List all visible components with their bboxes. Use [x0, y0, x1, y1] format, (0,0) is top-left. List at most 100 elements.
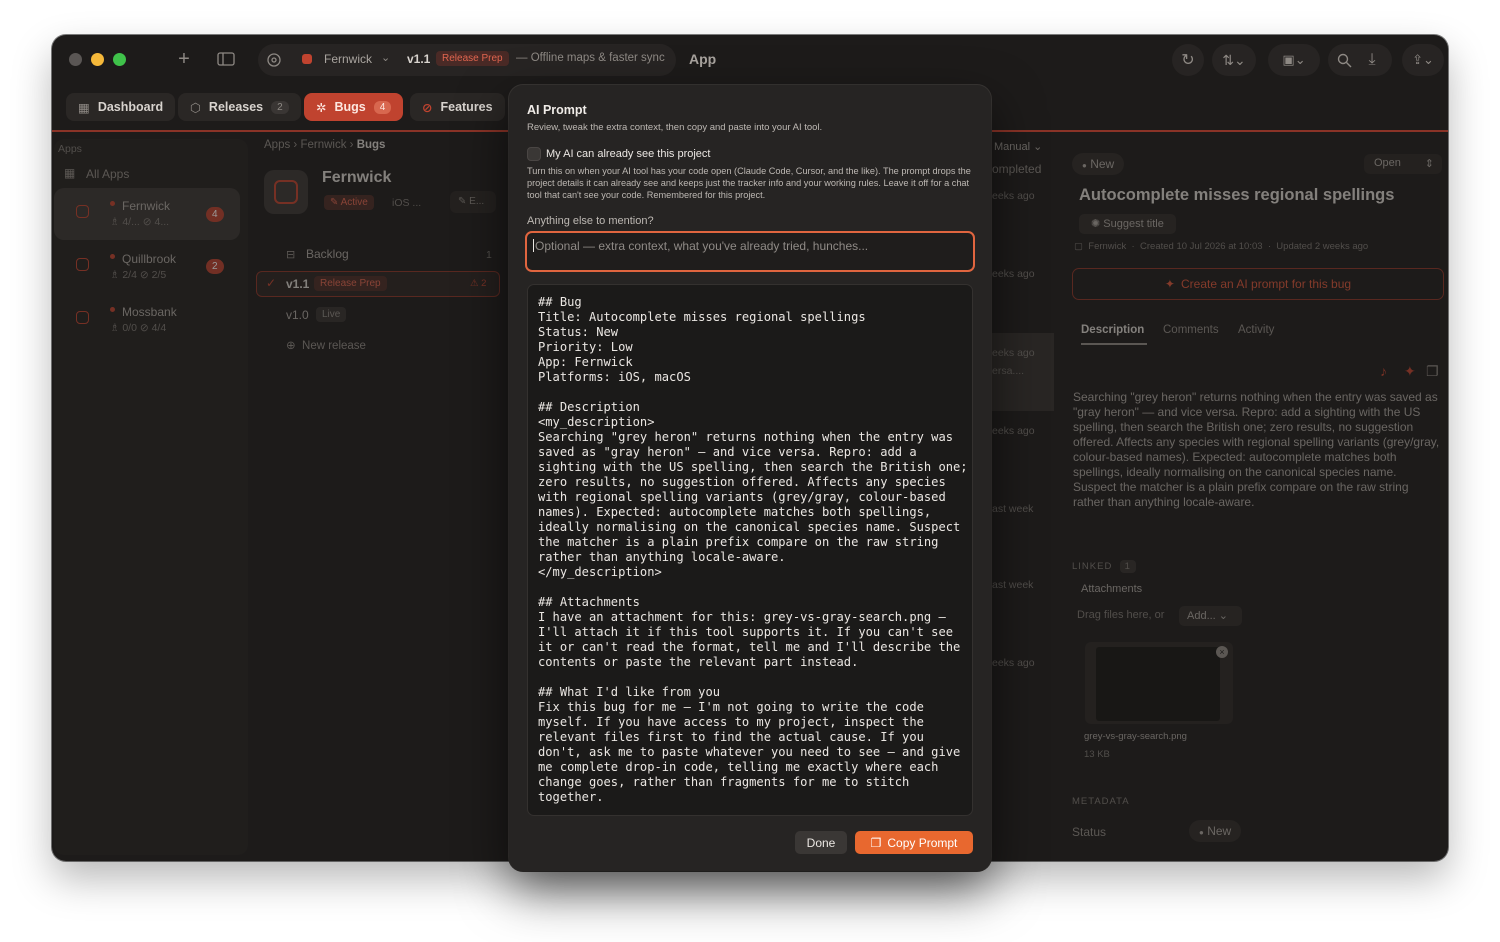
project-color-swatch [302, 54, 312, 64]
copy-prompt-button[interactable]: ❐ Copy Prompt [855, 831, 973, 854]
extra-context-input[interactable]: Optional — extra context, what you've al… [525, 231, 975, 272]
list-item[interactable]: eeks ago [992, 425, 1035, 437]
all-apps-link[interactable]: All Apps [86, 167, 129, 181]
release-chip: Live [316, 307, 347, 322]
app-stats: ♗ 4/... ⊘ 4... [110, 216, 170, 228]
app-icon [274, 180, 298, 204]
prompt-text: ## Bug Title: Autocomplete misses region… [538, 295, 968, 804]
drag-hint: Drag files here, or [1077, 609, 1165, 621]
version-status-chip: Release Prep [436, 51, 509, 66]
release-chip: Release Prep [314, 276, 387, 291]
linked-label: LINKED 1 [1072, 560, 1136, 573]
edit-button[interactable]: ✎ E... [450, 191, 496, 213]
version-label[interactable]: v1.1 [407, 52, 430, 66]
inbox-icon: ⊟ [286, 249, 296, 261]
bug-count-badge: 4 [206, 207, 224, 222]
project-title: Fernwick [322, 169, 392, 186]
project-visible-checkbox[interactable] [527, 147, 541, 161]
share-icon: ⇪⌄ [1412, 52, 1434, 67]
add-attachment-button[interactable]: Add... ⌄ [1179, 606, 1242, 626]
prompt-preview[interactable]: ## Bug Title: Autocomplete misses region… [527, 284, 973, 816]
warning-count: ⚠ 2 [470, 278, 487, 289]
thumbnail-preview [1096, 647, 1220, 721]
status-field-label: Status [1072, 825, 1107, 839]
backlog-item[interactable]: Backlog [306, 247, 349, 261]
release-version: v1.1 [286, 277, 310, 291]
bug-description[interactable]: Searching "grey heron" returns nothing w… [1073, 390, 1443, 542]
ai-prompt-dialog: AI Prompt Review, tweak the extra contex… [509, 85, 991, 871]
chevron-down-icon: ⌄ [381, 52, 391, 64]
version-note: — Offline maps & faster sync [516, 52, 665, 64]
sidebar-toggle-icon[interactable] [216, 51, 236, 67]
archive-icon: ▣⌄ [1282, 52, 1306, 67]
release-item-v1-0[interactable]: v1.0 [286, 308, 309, 322]
backlog-count: 1 [486, 249, 492, 261]
tab-releases[interactable]: ⬡ Releases 2 [178, 93, 301, 121]
sidebar-item-quillbrook[interactable]: Quillbrook [122, 252, 176, 266]
bug-title[interactable]: Autocomplete misses regional spellings [1079, 186, 1394, 205]
app-icon [76, 258, 89, 271]
list-item[interactable]: eeks ago [992, 657, 1035, 669]
sort-select[interactable]: Manual ⌄ [994, 140, 1042, 153]
tab-comments[interactable]: Comments [1163, 324, 1219, 336]
download-icon[interactable]: ⤓ [1360, 50, 1384, 70]
sparkle-icon: ✦ [1164, 277, 1175, 291]
sidebar-header: Apps [58, 143, 82, 155]
releases-count: 2 [271, 100, 289, 114]
bug-meta: ▢ Fernwick · Created 10 Jul 2026 at 10:0… [1074, 241, 1369, 252]
remove-attachment-icon[interactable]: × [1216, 646, 1228, 658]
status-dot [110, 307, 115, 312]
list-item[interactable]: ast week [992, 503, 1033, 515]
list-item[interactable]: eeks ago [992, 268, 1035, 280]
status-value-chip[interactable]: ● New [1189, 820, 1242, 842]
bugs-count: 4 [373, 100, 392, 114]
new-release-button[interactable]: ⊕ New release [286, 338, 366, 352]
grid-icon: ▦ [64, 166, 76, 180]
tab-dashboard[interactable]: ▦ Dashboard [66, 93, 176, 121]
search-icon[interactable] [1332, 50, 1356, 70]
status-dot [110, 254, 115, 259]
sparkle-icon[interactable]: ✦ [1404, 363, 1416, 380]
app-icon [76, 311, 89, 324]
copy-icon[interactable]: ❐ [1426, 363, 1439, 380]
status-dot [110, 201, 115, 206]
app-icon [76, 205, 89, 218]
completed-label: ompleted [992, 162, 1042, 176]
metadata-label: METADATA [1072, 796, 1130, 807]
bug-count-badge: 2 [206, 259, 224, 274]
copy-icon: ❐ [870, 835, 882, 850]
suggest-title-button[interactable]: ✺ Suggest title [1079, 214, 1176, 234]
breadcrumb: Apps › Fernwick › Bugs [264, 139, 386, 151]
minimize-window-button[interactable] [91, 53, 104, 66]
checkbox-label[interactable]: My AI can already see this project [546, 148, 710, 160]
app-stats: ♗ 2/4 ⊘ 2/5 [110, 269, 167, 281]
status-badge: ✎ Active [324, 195, 374, 210]
tab-activity[interactable]: Activity [1238, 324, 1274, 336]
list-item[interactable]: ast week [992, 579, 1033, 591]
tab-description[interactable]: Description [1081, 324, 1144, 336]
attachment-name: grey-vs-gray-search.png [1084, 731, 1187, 742]
microphone-icon[interactable]: ♪ [1380, 363, 1387, 379]
dialog-title: AI Prompt [527, 103, 587, 117]
create-ai-prompt-button[interactable]: ✦ Create an AI prompt for this bug [1072, 268, 1444, 300]
list-item[interactable]: eeks ago [992, 190, 1035, 202]
tab-bugs[interactable]: ✲ Bugs 4 [304, 93, 404, 121]
app-stats: ♗ 0/0 ⊘ 4/4 [110, 322, 167, 334]
tab-features[interactable]: ⊘ Features [410, 93, 505, 121]
done-button[interactable]: Done [795, 831, 847, 854]
project-name[interactable]: Fernwick [324, 52, 372, 66]
sidebar-item-label: Fernwick [122, 199, 171, 213]
zoom-window-button[interactable] [113, 53, 126, 66]
refresh-icon: ↻ [1181, 52, 1195, 69]
status-chip[interactable]: ● New [1072, 153, 1125, 175]
attachment-size: 13 KB [1084, 749, 1110, 760]
list-item[interactable]: eeks ago [992, 347, 1035, 359]
add-icon[interactable]: + [174, 48, 194, 70]
state-select[interactable]: Open ⇕ [1364, 154, 1442, 174]
attachments-label: Attachments [1081, 583, 1143, 595]
list-item: ersa.... [992, 365, 1025, 377]
close-window-button[interactable] [69, 53, 82, 66]
extra-context-label: Anything else to mention? [527, 215, 654, 227]
sidebar-item-mossbank[interactable]: Mossbank [122, 305, 177, 319]
settings-icon[interactable] [265, 51, 283, 69]
